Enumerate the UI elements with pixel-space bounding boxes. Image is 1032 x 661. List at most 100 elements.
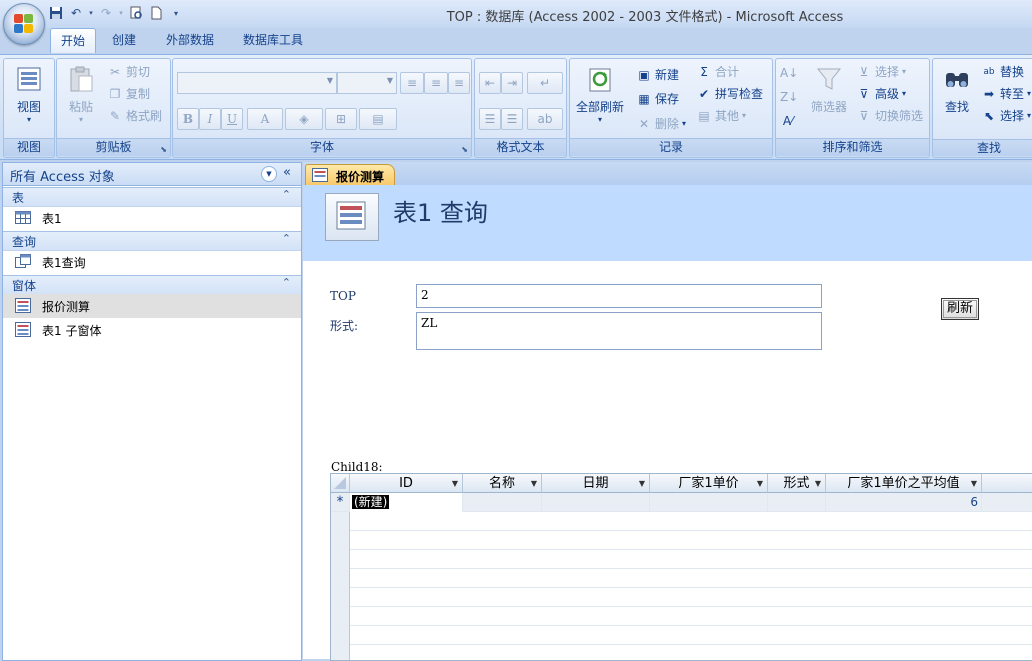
save-icon[interactable] — [48, 5, 64, 21]
fill-color-button[interactable]: ◈ — [285, 108, 323, 130]
refresh-button[interactable]: 刷新 — [941, 298, 979, 320]
redo-dropdown-icon[interactable]: ▾ — [118, 5, 124, 21]
column-dropdown-icon[interactable]: ▼ — [531, 474, 537, 493]
document-tab[interactable]: 报价测算 — [305, 164, 395, 186]
highlight-icon[interactable]: ab — [527, 108, 563, 130]
underline-button[interactable]: U — [221, 108, 243, 130]
sort-ascending-icon[interactable]: A↓ — [780, 63, 798, 83]
nav-menu-chevron-icon[interactable]: ▼ — [261, 166, 277, 182]
view-button[interactable]: 视图 ▾ — [10, 63, 48, 124]
italic-button[interactable]: I — [199, 108, 221, 130]
select-button[interactable]: ⬉ 选择 ▾ — [981, 106, 1031, 126]
tab-create[interactable]: 创建 — [102, 28, 146, 52]
alternate-fill-button[interactable]: ▤ — [359, 108, 397, 130]
empty-row — [350, 588, 1032, 607]
office-button[interactable] — [3, 3, 45, 45]
column-header-name[interactable]: 名称 ▼ — [463, 474, 542, 493]
replace-button[interactable]: ab 替换 — [981, 62, 1024, 82]
new-record-id-cell[interactable]: (新建) — [350, 493, 463, 512]
spelling-button[interactable]: ✔ 拼写检查 — [696, 84, 763, 104]
tab-home[interactable]: 开始 — [50, 28, 97, 53]
column-dropdown-icon[interactable]: ▼ — [452, 474, 458, 493]
print-preview-icon[interactable] — [128, 5, 144, 21]
collapse-pane-icon[interactable]: « — [283, 165, 291, 180]
column-header-date[interactable]: 日期 ▼ — [542, 474, 650, 493]
nav-header[interactable]: 所有 Access 对象 ▼ « — [3, 163, 301, 186]
toggle-filter-button[interactable]: ⊽ 切换筛选 — [856, 106, 923, 126]
font-size-combo[interactable]: ▼ — [337, 72, 397, 94]
record-selector-column[interactable] — [331, 493, 350, 660]
column-dropdown-icon[interactable]: ▼ — [815, 474, 821, 493]
goto-button[interactable]: ➡ 转至 ▾ — [981, 84, 1031, 104]
records-group-label: 记录 — [570, 138, 772, 156]
totals-button[interactable]: Σ 合计 — [696, 62, 739, 82]
selection-filter-button[interactable]: ⊻ 选择 ▾ — [856, 62, 906, 82]
paste-button[interactable]: 粘贴 ▾ — [63, 63, 99, 124]
column-dropdown-icon[interactable]: ▼ — [757, 474, 763, 493]
align-left-icon[interactable]: ≡ — [400, 72, 424, 94]
column-dropdown-icon[interactable]: ▼ — [639, 474, 645, 493]
nav-item-table1-query[interactable]: 表1查询 — [3, 250, 301, 274]
subform-datasheet[interactable]: ID ▼ 名称 ▼ 日期 ▼ 厂家1单价 ▼ 形式 ▼ 厂家1单价之平均值 ▼ * (新建)… — [330, 473, 1032, 661]
new-record-row[interactable]: * (新建) 6 — [331, 493, 1032, 512]
clipboard-launcher-icon[interactable]: ⬊ — [160, 145, 167, 154]
delete-record-button[interactable]: ✕ 删除 ▾ — [636, 114, 686, 134]
filter-button[interactable]: 筛选器 — [806, 63, 852, 115]
select-all-corner[interactable] — [331, 474, 350, 493]
undo-dropdown-icon[interactable]: ▾ — [88, 5, 94, 21]
numbered-list-icon[interactable]: ☰ — [479, 108, 501, 130]
column-dropdown-icon[interactable]: ▼ — [971, 474, 977, 493]
new-record-avg-cell[interactable]: 6 — [826, 493, 982, 512]
cut-button[interactable]: ✂ 剪切 — [107, 62, 150, 82]
column-header-form[interactable]: 形式 ▼ — [768, 474, 826, 493]
collapse-chevron-icon[interactable]: ⌃ — [282, 276, 291, 289]
advanced-filter-button[interactable]: ⊽ 高级 ▾ — [856, 84, 906, 104]
nav-section-forms[interactable]: 窗体 ⌃ — [3, 275, 301, 295]
new-record-price1-cell[interactable] — [650, 493, 768, 512]
customize-qat-icon[interactable]: ▾ — [168, 5, 184, 21]
align-center-icon[interactable]: ≡ — [424, 72, 448, 94]
text-direction-icon[interactable]: ↵ — [527, 72, 563, 94]
top-field[interactable]: 2 — [416, 284, 822, 308]
form-icon — [312, 168, 328, 185]
collapse-chevron-icon[interactable]: ⌃ — [282, 188, 291, 201]
font-color-button[interactable]: A — [247, 108, 283, 130]
bulleted-list-icon[interactable]: ☰ — [501, 108, 523, 130]
find-button[interactable]: 查找 — [937, 63, 977, 115]
format-painter-button[interactable]: ✎ 格式刷 — [107, 106, 162, 126]
tab-external-data[interactable]: 外部数据 — [156, 28, 224, 52]
view-icon — [13, 63, 45, 95]
column-header-price1[interactable]: 厂家1单价 ▼ — [650, 474, 768, 493]
font-launcher-icon[interactable]: ⬊ — [461, 145, 468, 154]
clear-sort-icon[interactable]: A⁄ — [780, 111, 796, 131]
sort-descending-icon[interactable]: Z↓ — [780, 87, 798, 107]
new-record-form-cell[interactable] — [768, 493, 826, 512]
new-record-name-cell[interactable] — [463, 493, 542, 512]
new-document-icon[interactable] — [148, 5, 164, 21]
more-button[interactable]: ▤ 其他 ▾ — [696, 106, 746, 126]
undo-icon[interactable]: ↶ — [68, 5, 84, 21]
nav-item-table1[interactable]: 表1 — [3, 206, 301, 230]
gridlines-button[interactable]: ⊞ — [325, 108, 357, 130]
nav-section-queries[interactable]: 查询 ⌃ — [3, 231, 301, 251]
collapse-chevron-icon[interactable]: ⌃ — [282, 232, 291, 245]
redo-icon[interactable]: ↷ — [98, 5, 114, 21]
spellcheck-icon: ✔ — [698, 87, 710, 101]
save-record-button[interactable]: ▦ 保存 — [636, 89, 679, 109]
column-header-id[interactable]: ID ▼ — [350, 474, 463, 493]
bold-button[interactable]: B — [177, 108, 199, 130]
new-record-date-cell[interactable] — [542, 493, 650, 512]
refresh-all-button[interactable]: 全部刷新 ▾ — [573, 63, 627, 124]
decrease-indent-icon[interactable]: ⇤ — [479, 72, 501, 94]
align-right-icon[interactable]: ≡ — [448, 72, 470, 94]
form-type-field[interactable]: ZL — [416, 312, 822, 350]
increase-indent-icon[interactable]: ⇥ — [501, 72, 523, 94]
column-header-avg-price1[interactable]: 厂家1单价之平均值 ▼ — [826, 474, 982, 493]
font-name-combo[interactable]: ▼ — [177, 72, 337, 94]
nav-section-tables[interactable]: 表 ⌃ — [3, 187, 301, 207]
tab-database-tools[interactable]: 数据库工具 — [233, 28, 313, 52]
nav-item-quote-calc[interactable]: 报价测算 — [3, 294, 301, 318]
new-record-button[interactable]: ▣ 新建 — [636, 65, 679, 85]
nav-item-table1-subform[interactable]: 表1 子窗体 — [3, 318, 301, 342]
copy-button[interactable]: ❐ 复制 — [107, 84, 150, 104]
